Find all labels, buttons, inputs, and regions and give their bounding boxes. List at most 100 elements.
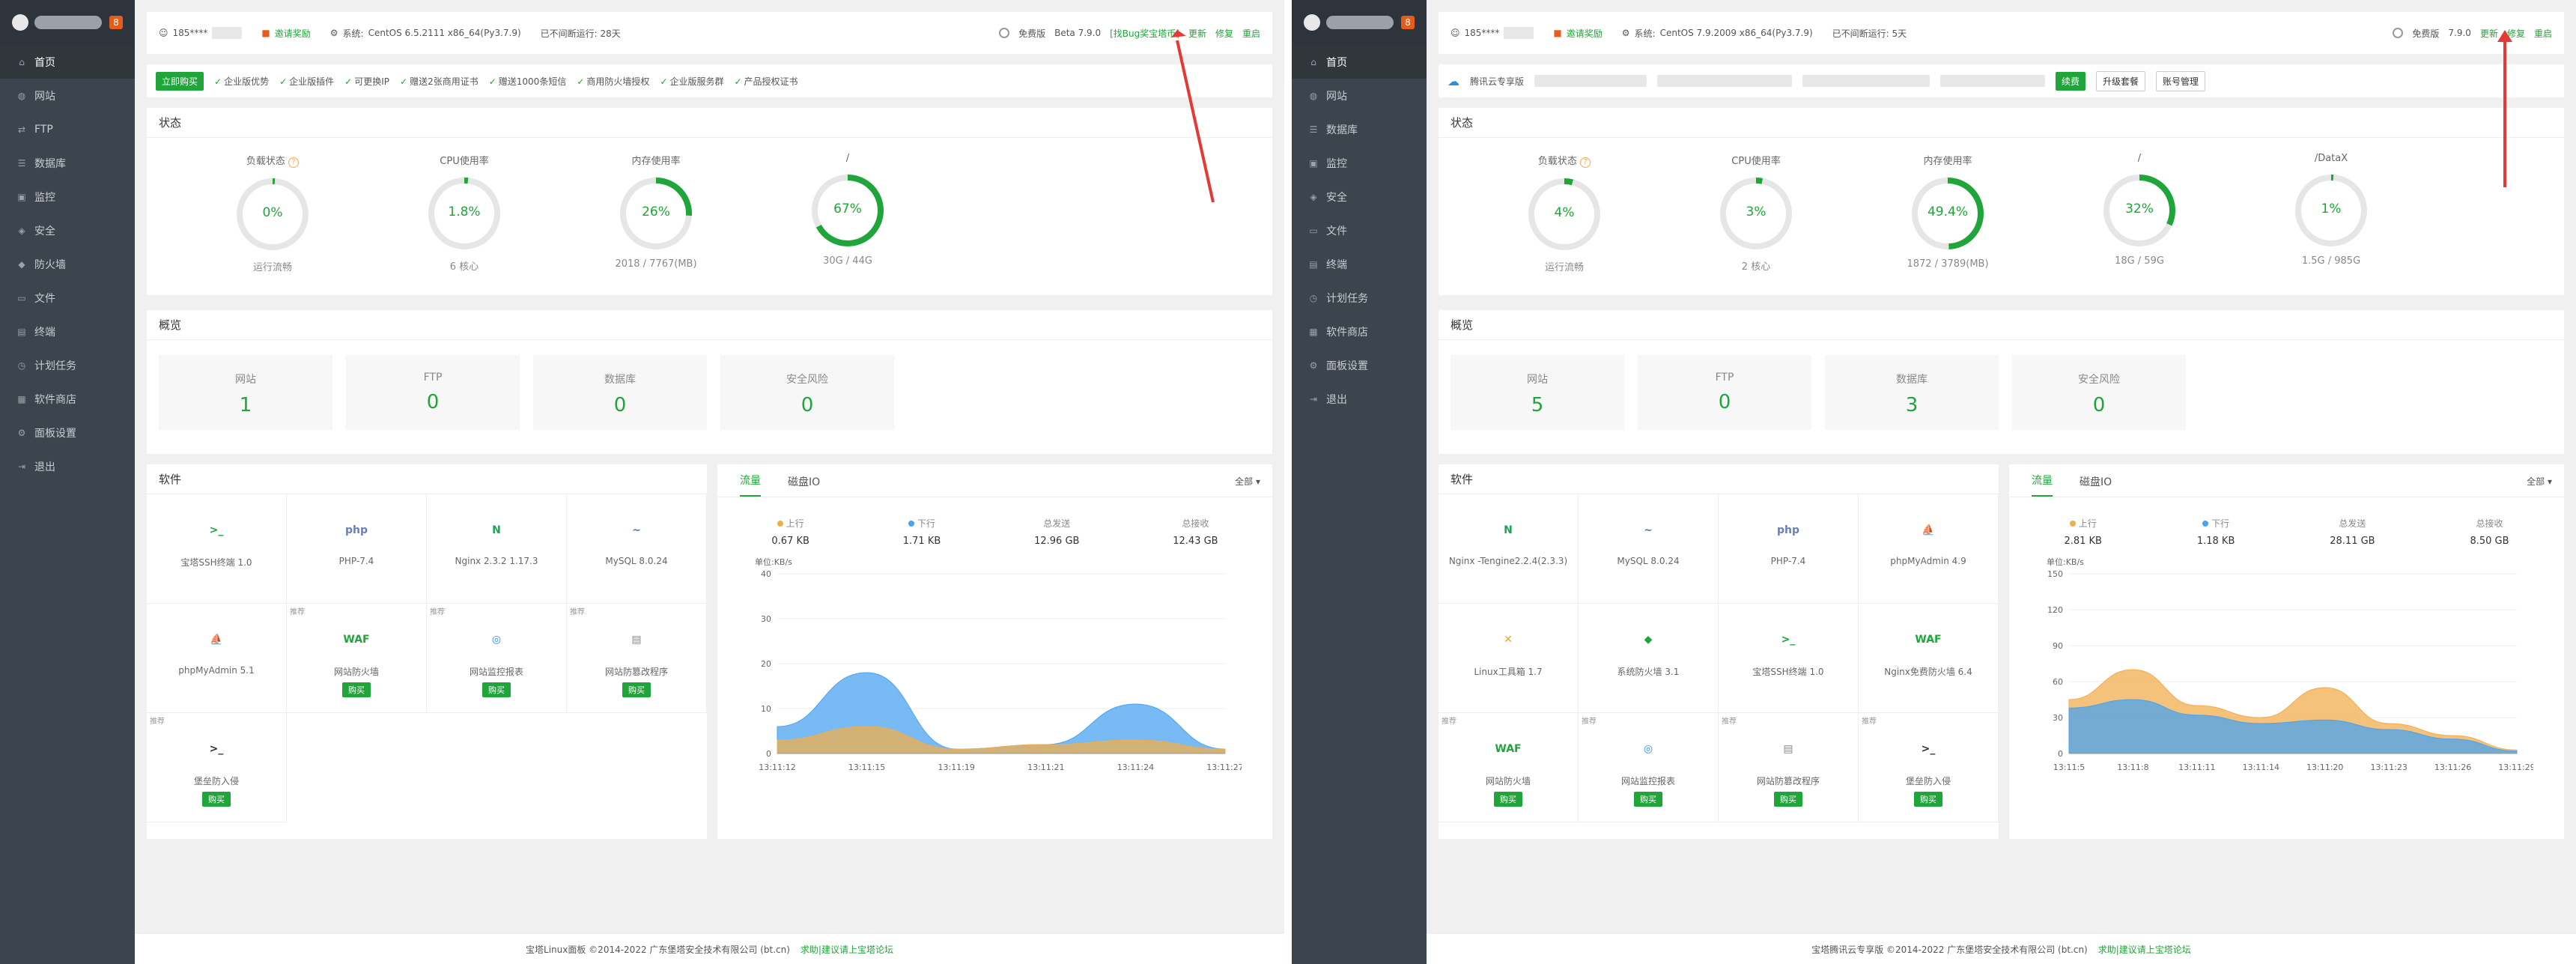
sidebar-item-1[interactable]: ◍ 网站 (0, 79, 135, 112)
software-item[interactable]: N Nginx 2.3.2 1.17.3 (427, 494, 567, 604)
tab-0[interactable]: 流量 (740, 473, 761, 497)
help-icon[interactable]: ? (288, 157, 300, 168)
sidebar-item-9[interactable]: ◷ 计划任务 (0, 348, 135, 382)
buy-button[interactable]: 购买 (482, 682, 511, 697)
notification-icon[interactable]: 8 (1401, 16, 1415, 29)
restart-button[interactable]: 重启 (1242, 27, 1260, 40)
software-item[interactable]: 推荐 ◎ 网站监控报表 购买 (427, 604, 567, 713)
sidebar-item-10[interactable]: ⇥ 退出 (1292, 382, 1427, 416)
invite-link[interactable]: ■ 邀请奖励 (1553, 27, 1602, 40)
forum-link[interactable]: 求助|建议请上宝塔论坛 (2098, 943, 2191, 956)
repair-button[interactable]: 修复 (1215, 27, 1233, 40)
user-pill[interactable] (12, 14, 102, 31)
overview-tile[interactable]: 数据库 0 (533, 355, 707, 430)
tab-1[interactable]: 磁盘IO (788, 474, 820, 497)
forum-link[interactable]: 求助|建议请上宝塔论坛 (801, 943, 893, 956)
sidebar-item-7[interactable]: ▭ 文件 (0, 281, 135, 315)
sidebar-item-6[interactable]: ◆ 防火墙 (0, 247, 135, 281)
sidebar-item-9[interactable]: ⚙ 面板设置 (1292, 348, 1427, 382)
buy-button[interactable]: 购买 (202, 792, 231, 807)
software-item[interactable]: 推荐 ▤ 网站防篡改程序 购买 (1719, 713, 1859, 822)
sidebar-item-3[interactable]: ▣ 监控 (1292, 146, 1427, 180)
buy-button[interactable]: 购买 (622, 682, 651, 697)
cloud-action-button[interactable]: 账号管理 (2156, 70, 2206, 91)
software-item[interactable]: 推荐 WAF 网站防火墙 购买 (1439, 713, 1579, 822)
sidebar-item-0[interactable]: ⌂ 首页 (1292, 45, 1427, 79)
network-select[interactable]: 全部 ▾ (2527, 475, 2552, 488)
software-item[interactable]: ✕ Linux工具箱 1.7 (1439, 604, 1579, 713)
software-item[interactable]: php PHP-7.4 (287, 494, 427, 604)
user-info[interactable]: ☺ 185**** (1450, 27, 1534, 39)
gauge[interactable]: 负载状态 ? 0% 运行流畅 (177, 153, 368, 273)
gauge[interactable]: 内存使用率 26% 2018 / 7767(MB) (560, 153, 752, 273)
software-item[interactable]: ~ MySQL 8.0.24 (1579, 494, 1719, 604)
buy-button[interactable]: 购买 (1494, 792, 1522, 807)
help-icon[interactable]: ? (1580, 157, 1591, 168)
overview-tile[interactable]: 网站 1 (159, 355, 332, 430)
software-item[interactable]: N Nginx -Tengine2.2.4(2.3.3) (1439, 494, 1579, 604)
tab-1[interactable]: 磁盘IO (2080, 474, 2112, 497)
gauge[interactable]: /DataX 1% 1.5G / 985G (2235, 153, 2427, 273)
sidebar-item-3[interactable]: ☰ 数据库 (0, 146, 135, 180)
user-info[interactable]: ☺ 185**** (159, 27, 243, 39)
stat-label-text: 总接收 (2476, 518, 2503, 529)
overview-tile[interactable]: 数据库 3 (1825, 355, 1999, 430)
gauge[interactable]: CPU使用率 3% 2 核心 (1660, 153, 1852, 273)
buy-now-button[interactable]: 立即购买 (156, 71, 204, 91)
software-item[interactable]: ~ MySQL 8.0.24 (567, 494, 707, 604)
software-item[interactable]: 推荐 >_ 堡垒防入侵 购买 (1859, 713, 1999, 822)
sidebar-item-5[interactable]: ◈ 安全 (0, 213, 135, 247)
software-item[interactable]: 推荐 WAF 网站防火墙 购买 (287, 604, 427, 713)
update-button[interactable]: 更新 (2480, 27, 2498, 40)
sidebar-item-7[interactable]: ◷ 计划任务 (1292, 281, 1427, 315)
overview-tile[interactable]: FTP 0 (1638, 355, 1811, 430)
sidebar-item-0[interactable]: ⌂ 首页 (0, 45, 135, 79)
software-item[interactable]: 推荐 ◎ 网站监控报表 购买 (1579, 713, 1719, 822)
sidebar-item-6[interactable]: ▤ 终端 (1292, 247, 1427, 281)
software-item[interactable]: php PHP-7.4 (1719, 494, 1859, 604)
software-item[interactable]: ⛵ phpMyAdmin 4.9 (1859, 494, 1999, 604)
cloud-action-button[interactable]: 续费 (2056, 71, 2086, 91)
sidebar-item-2[interactable]: ☰ 数据库 (1292, 112, 1427, 146)
software-item[interactable]: ◆ 系统防火墙 3.1 (1579, 604, 1719, 713)
cloud-action-button[interactable]: 升级套餐 (2096, 70, 2146, 91)
overview-tile[interactable]: 网站 5 (1450, 355, 1624, 430)
software-item[interactable]: >_ 宝塔SSH终端 1.0 (1719, 604, 1859, 713)
sidebar-item-8[interactable]: ▦ 软件商店 (1292, 315, 1427, 348)
overview-tile[interactable]: FTP 0 (346, 355, 520, 430)
buy-button[interactable]: 购买 (342, 682, 371, 697)
restart-button[interactable]: 重启 (2534, 27, 2552, 40)
user-pill[interactable] (1304, 14, 1394, 31)
software-item[interactable]: WAF Nginx免费防火墙 6.4 (1859, 604, 1999, 713)
gauge[interactable]: 内存使用率 49.4% 1872 / 3789(MB) (1852, 153, 2044, 273)
overview-tile[interactable]: 安全风险 0 (720, 355, 894, 430)
sidebar-item-11[interactable]: ⚙ 面板设置 (0, 416, 135, 449)
network-select[interactable]: 全部 ▾ (1235, 475, 1260, 488)
update-button[interactable]: 更新 (1188, 27, 1206, 40)
buy-button[interactable]: 购买 (1634, 792, 1662, 807)
buy-button[interactable]: 购买 (1774, 792, 1802, 807)
bug-link[interactable]: [找Bug奖宝塔币] (1110, 27, 1179, 40)
gauge[interactable]: / 32% 18G / 59G (2044, 153, 2235, 273)
sidebar-item-4[interactable]: ▣ 监控 (0, 180, 135, 213)
sidebar-item-1[interactable]: ◍ 网站 (1292, 79, 1427, 112)
software-item[interactable]: ⛵ phpMyAdmin 5.1 (147, 604, 287, 713)
tab-0[interactable]: 流量 (2032, 473, 2053, 497)
sidebar-item-5[interactable]: ▭ 文件 (1292, 213, 1427, 247)
software-item[interactable]: 推荐 >_ 堡垒防入侵 购买 (147, 713, 287, 822)
notification-icon[interactable]: 8 (109, 16, 123, 29)
software-item[interactable]: 推荐 ▤ 网站防篡改程序 购买 (567, 604, 707, 713)
sidebar-item-4[interactable]: ◈ 安全 (1292, 180, 1427, 213)
sidebar-item-2[interactable]: ⇄ FTP (0, 112, 135, 146)
invite-link[interactable]: ■ 邀请奖励 (261, 27, 310, 40)
sidebar-item-12[interactable]: ⇥ 退出 (0, 449, 135, 483)
repair-button[interactable]: 修复 (2507, 27, 2525, 40)
software-item[interactable]: >_ 宝塔SSH终端 1.0 (147, 494, 287, 604)
sidebar-item-8[interactable]: ▤ 终端 (0, 315, 135, 348)
gauge[interactable]: / 67% 30G / 44G (752, 153, 944, 273)
overview-tile[interactable]: 安全风险 0 (2012, 355, 2186, 430)
gauge[interactable]: CPU使用率 1.8% 6 核心 (368, 153, 560, 273)
gauge[interactable]: 负载状态 ? 4% 运行流畅 (1468, 153, 1660, 273)
sidebar-item-10[interactable]: ▦ 软件商店 (0, 382, 135, 416)
buy-button[interactable]: 购买 (1914, 792, 1942, 807)
